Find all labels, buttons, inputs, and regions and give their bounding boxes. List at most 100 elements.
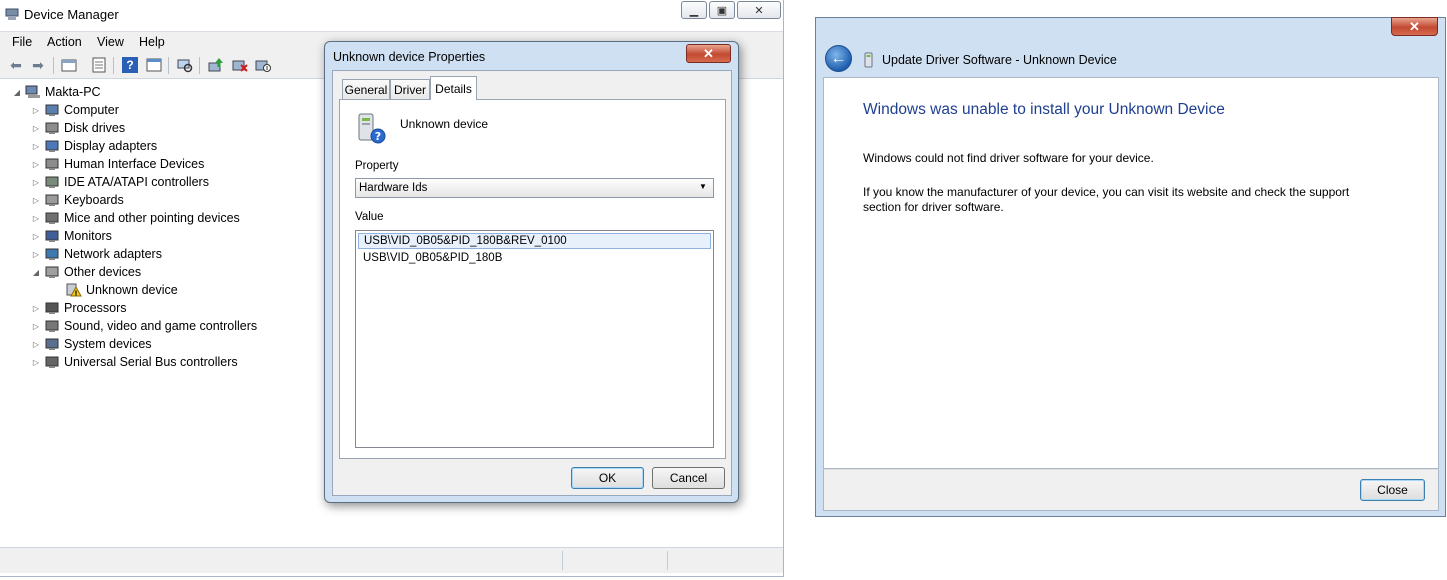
tree-category-label: Disk drives [64,121,126,135]
tree-category-label: Display adapters [64,139,158,153]
window-close-button[interactable]: ✕ [1391,17,1438,36]
tree-category[interactable]: ▷ Human Interface Devices [32,155,204,173]
ide-controller-icon [44,175,60,189]
tree-category-label: Mice and other pointing devices [64,211,240,225]
tree-category[interactable]: ▷ Keyboards [32,191,124,209]
close-button[interactable]: ✕ [737,1,781,19]
other-devices-icon [44,265,60,279]
status-divider [562,551,563,570]
tree-category[interactable]: ▷ Universal Serial Bus controllers [32,353,238,371]
disk-drive-icon [44,121,60,135]
status-bar [0,547,783,573]
ok-button[interactable]: OK [571,467,644,489]
scan-hardware-icon[interactable] [177,57,193,73]
forward-arrow-icon[interactable]: ➡ [30,57,46,73]
menu-help[interactable]: Help [139,35,165,49]
device-manager-app-icon [5,7,19,21]
expand-icon[interactable]: ▷ [32,322,40,331]
system-device-icon [44,337,60,351]
dialog-body: General Driver Details ? Unknown device … [332,70,732,496]
dialog-title: Unknown device Properties [333,50,486,64]
expand-icon[interactable]: ▷ [32,250,40,259]
warning-device-icon: ! [66,283,82,298]
keyboard-icon [44,193,60,207]
property-dropdown[interactable]: Hardware Ids ▼ [355,178,714,198]
tree-device-item[interactable]: ! Unknown device [66,281,178,299]
toolbar-separator [53,57,54,74]
back-button[interactable]: ← [825,45,852,72]
show-hide-tree-icon[interactable] [61,57,77,73]
property-dropdown-value: Hardware Ids [359,182,428,194]
tree-category-label: Other devices [64,265,142,279]
menu-action[interactable]: Action [47,35,82,49]
cancel-button[interactable]: Cancel [652,467,725,489]
tab-driver[interactable]: Driver [390,79,430,99]
property-label: Property [355,160,399,172]
tree-category[interactable]: ▷ Network adapters [32,245,162,263]
expand-icon[interactable]: ▷ [32,358,40,367]
tree-category[interactable]: ◢ Other devices [32,263,141,281]
tree-category[interactable]: ▷ Processors [32,299,127,317]
disable-icon[interactable] [255,57,271,73]
update-driver-window: ✕ ← Update Driver Software - Unknown Dev… [815,17,1446,517]
processor-icon [44,301,60,315]
collapse-icon[interactable]: ◢ [13,88,21,97]
tree-category[interactable]: ▷ System devices [32,335,152,353]
network-adapter-icon [44,247,60,261]
help-icon[interactable]: ? [122,57,138,73]
tree-category[interactable]: ▷ Mice and other pointing devices [32,209,240,227]
back-arrow-icon: ← [830,49,847,67]
device-manager-titlebar: Device Manager ▁ ▣ ✕ [0,0,783,30]
window-title: Device Manager [24,7,119,22]
expand-icon[interactable]: ▷ [32,160,40,169]
expand-icon[interactable]: ▷ [32,232,40,241]
tree-category[interactable]: ▷ Sound, video and game controllers [32,317,257,335]
update-driver-icon[interactable] [208,57,224,73]
mouse-icon [44,211,60,225]
svg-text:?: ? [375,130,381,143]
tree-device-label: Unknown device [86,283,178,297]
tab-general[interactable]: General [342,79,390,99]
help-message-line-2: section for driver software. [863,200,1004,214]
uninstall-icon[interactable] [232,57,248,73]
expand-icon[interactable]: ▷ [32,340,40,349]
expand-icon[interactable]: ▷ [32,124,40,133]
expand-icon[interactable]: ▷ [32,214,40,223]
maximize-button[interactable]: ▣ [709,1,735,19]
tree-category[interactable]: ▷ IDE ATA/ATAPI controllers [32,173,209,191]
close-icon: ✕ [703,45,714,61]
expand-icon[interactable]: ▷ [32,304,40,313]
tree-category[interactable]: ▷ Computer [32,101,119,119]
tree-category[interactable]: ▷ Disk drives [32,119,125,137]
error-heading: Windows was unable to install your Unkno… [863,101,1225,118]
expand-icon[interactable]: ▷ [32,106,40,115]
collapse-icon[interactable]: ◢ [32,268,40,277]
details-view-icon[interactable] [146,57,162,73]
expand-icon[interactable]: ▷ [32,178,40,187]
menu-view[interactable]: View [97,35,124,49]
tree-category-label: Sound, video and game controllers [64,319,258,333]
minimize-icon: ▁ [689,4,699,17]
tree-root[interactable]: ◢ Makta-PC [13,83,101,101]
menu-file[interactable]: File [12,35,32,49]
tree-category[interactable]: ▷ Display adapters [32,137,157,155]
expand-icon[interactable]: ▷ [32,196,40,205]
close-dialog-button[interactable]: Close [1360,479,1425,501]
back-arrow-icon[interactable]: ⬅ [8,57,24,73]
window-title: Update Driver Software - Unknown Device [882,53,1117,67]
dialog-close-button[interactable]: ✕ [686,44,731,63]
device-name: Unknown device [400,117,489,131]
status-divider [667,551,668,570]
list-item[interactable]: USB\VID_0B05&PID_180B&REV_0100 [358,233,711,249]
expand-icon[interactable]: ▷ [32,142,40,151]
minimize-button[interactable]: ▁ [681,1,707,19]
list-item[interactable]: USB\VID_0B05&PID_180B [358,250,711,266]
tab-details[interactable]: Details [430,76,477,100]
tree-category[interactable]: ▷ Monitors [32,227,112,245]
toolbar-separator [168,57,169,74]
tree-category-label: Network adapters [64,247,162,261]
device-icon [863,52,875,68]
properties-icon[interactable] [91,57,107,73]
toolbar-separator [113,57,114,74]
value-listbox[interactable]: USB\VID_0B05&PID_180B&REV_0100 USB\VID_0… [355,230,714,448]
